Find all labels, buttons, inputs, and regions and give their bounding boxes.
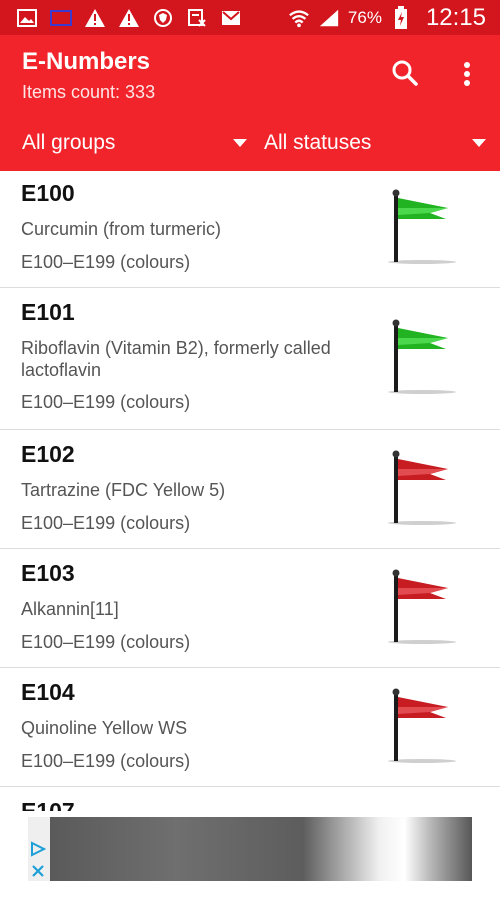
close-icon[interactable] [30,863,46,879]
list-item[interactable]: E100 Curcumin (from turmeric) E100–E199 … [0,171,500,288]
app-icon [186,7,208,29]
system-status: 76% 12:15 [288,4,486,32]
dropdown-arrow-icon [472,139,486,147]
gallery-icon [16,7,38,29]
status-filter-label: All statuses [264,131,372,154]
e-number-list: E100 Curcumin (from turmeric) E100–E199 … [0,171,500,811]
item-name: Alkannin[11] [21,599,119,619]
item-code: E107 [21,798,75,811]
item-name: Riboflavin (Vitamin B2), formerly called… [21,338,331,380]
mail-icon [220,7,242,29]
item-name: Quinoline Yellow WS [21,718,188,738]
battery-percent: 76% [347,8,382,27]
shield-icon [152,7,174,29]
notification-icons [16,7,242,29]
ad-image[interactable] [50,817,472,881]
warning-icon [84,7,106,29]
item-code: E100 [21,180,75,206]
red-flag-icon [388,450,456,525]
search-icon[interactable] [388,57,422,91]
item-code: E104 [21,679,75,705]
item-group: E100–E199 (colours) [21,632,191,652]
ad-choices-icon[interactable] [30,841,47,857]
item-code: E103 [21,560,75,586]
app-bar: E-Numbers Items count: 333 All groups Al… [0,35,500,171]
group-filter-dropdown[interactable]: All groups [22,125,247,161]
battery-charging-icon [390,6,412,29]
dropdown-arrow-icon [233,139,247,147]
signal-icon [318,7,340,29]
ad-banner[interactable] [28,817,472,881]
list-item[interactable]: E102 Tartrazine (FDC Yellow 5) E100–E199… [0,430,500,549]
item-code: E101 [21,299,75,325]
item-group: E100–E199 (colours) [21,252,191,272]
app-title: E-Numbers [22,48,151,75]
red-flag-icon [388,688,456,763]
status-filter-dropdown[interactable]: All statuses [264,125,486,161]
green-flag-icon [388,319,456,394]
group-filter-label: All groups [22,131,116,154]
more-vert-icon[interactable] [454,57,480,91]
items-count: Items count: 333 [22,82,156,102]
item-name: Curcumin (from turmeric) [21,219,222,239]
warning-icon [118,7,140,29]
item-group: E100–E199 (colours) [21,513,191,533]
list-item[interactable]: E103 Alkannin[11] E100–E199 (colours) [0,549,500,668]
status-bar: 76% 12:15 [0,0,500,35]
list-item[interactable]: E101 Riboflavin (Vitamin B2), formerly c… [0,288,500,430]
green-flag-icon [388,189,456,264]
item-code: E102 [21,441,75,467]
screen-icon [50,7,72,29]
list-item[interactable]: E107 [0,787,500,811]
item-group: E100–E199 (colours) [21,751,191,771]
item-group: E100–E199 (colours) [21,392,191,412]
item-name: Tartrazine (FDC Yellow 5) [21,480,226,500]
list-item[interactable]: E104 Quinoline Yellow WS E100–E199 (colo… [0,668,500,787]
wifi-icon [288,7,310,29]
red-flag-icon [388,569,456,644]
clock: 12:15 [425,4,486,31]
